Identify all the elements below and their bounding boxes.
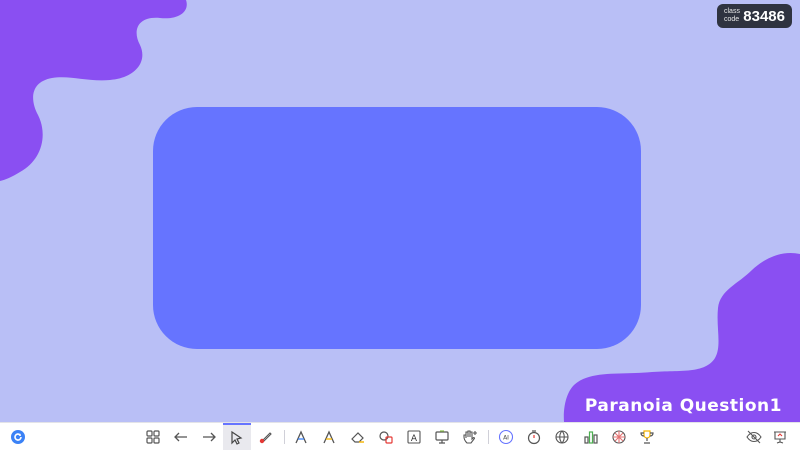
wheel-button[interactable] [605, 423, 633, 450]
presentation-icon [774, 430, 786, 444]
class-code-label: class code [724, 8, 740, 23]
laser-pointer-button[interactable] [252, 423, 280, 450]
highlighter-icon [323, 429, 335, 443]
refresh-logo-button[interactable] [4, 423, 32, 450]
pen-button[interactable] [287, 423, 315, 450]
class-code-badge: class code 83486 [717, 4, 792, 28]
trophy-icon [640, 429, 654, 444]
ai-icon: AI [498, 429, 514, 444]
pen-icon [295, 429, 307, 443]
trophy-button[interactable] [633, 423, 661, 450]
bar-chart-button[interactable] [577, 423, 605, 450]
laser-pointer-icon [259, 431, 272, 443]
hand-plus-button[interactable] [456, 423, 484, 450]
svg-text:A: A [411, 434, 418, 444]
arrow-right-icon [203, 432, 216, 441]
highlighter-button[interactable] [315, 423, 343, 450]
refresh-logo-icon [11, 429, 25, 444]
browser-icon [555, 429, 569, 444]
cursor-button[interactable] [223, 423, 251, 450]
wheel-icon [612, 429, 626, 444]
next-button[interactable] [195, 423, 223, 450]
arrow-left-icon [174, 432, 187, 441]
content-card [153, 107, 641, 349]
grid-icon [146, 429, 160, 444]
toolbar-separator [488, 430, 489, 444]
class-code-value: 83486 [743, 7, 785, 25]
svg-text:AI: AI [503, 434, 509, 441]
hand-plus-icon [463, 429, 477, 444]
browser-button[interactable] [548, 423, 576, 450]
eye-button[interactable] [740, 423, 768, 450]
slide-canvas: class code 83486 Paranoia Question1 [0, 0, 800, 422]
whiteboard-icon [435, 429, 449, 444]
timer-button[interactable] [520, 423, 548, 450]
ai-button[interactable]: AI [492, 423, 520, 450]
presentation-button[interactable] [766, 423, 794, 450]
text-box-button[interactable]: A [400, 423, 428, 450]
timer-icon [527, 429, 541, 444]
previous-button[interactable] [167, 423, 195, 450]
cursor-icon [231, 430, 243, 445]
shapes-icon [379, 430, 393, 444]
eraser-icon [351, 431, 364, 443]
whiteboard-button[interactable] [428, 423, 456, 450]
eye-icon [746, 430, 762, 443]
bar-chart-icon [584, 430, 598, 444]
slide-title: Paranoia Question1 [584, 396, 782, 416]
text-box-icon: A [407, 429, 421, 444]
bottom-toolbar: A AI [0, 422, 800, 450]
eraser-button[interactable] [344, 423, 372, 450]
toolbar-separator [284, 430, 285, 444]
grid-button[interactable] [139, 423, 167, 450]
shapes-button[interactable] [372, 423, 400, 450]
